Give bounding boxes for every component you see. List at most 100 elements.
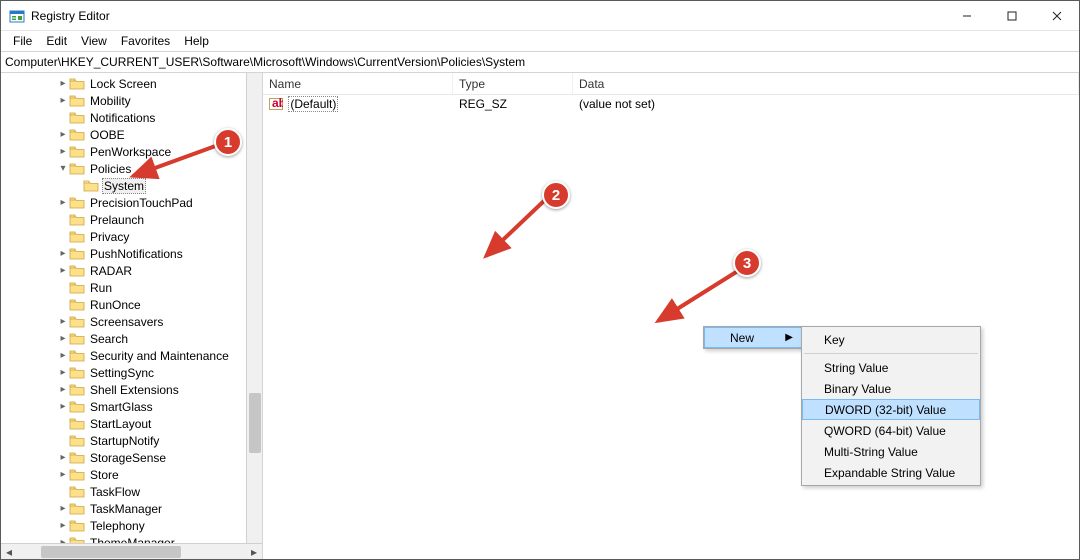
- tree-node-label: TaskFlow: [88, 485, 142, 499]
- scroll-left-button[interactable]: ◂: [1, 544, 17, 560]
- tree-node-label: Telephony: [88, 519, 147, 533]
- tree-node-startupnotify[interactable]: StartupNotify: [1, 432, 262, 449]
- tree-node-label: SmartGlass: [88, 400, 155, 414]
- registry-editor-window: Registry Editor File Edit View Favorites…: [0, 0, 1080, 560]
- context-new-string[interactable]: String Value: [802, 357, 980, 378]
- expand-icon[interactable]: ▸: [57, 520, 69, 531]
- expand-icon[interactable]: ▸: [57, 452, 69, 463]
- expand-icon[interactable]: ▸: [57, 503, 69, 514]
- expand-icon[interactable]: ▸: [57, 333, 69, 344]
- expand-icon[interactable]: ▸: [57, 401, 69, 412]
- tree-node-run[interactable]: Run: [1, 279, 262, 296]
- tree-node-system[interactable]: System: [1, 177, 262, 194]
- window-title: Registry Editor: [31, 9, 944, 23]
- column-data[interactable]: Data: [573, 73, 1079, 94]
- tree-node-search[interactable]: ▸Search: [1, 330, 262, 347]
- expand-icon[interactable]: ▸: [57, 248, 69, 259]
- context-new-binary[interactable]: Binary Value: [802, 378, 980, 399]
- tree-node-taskmanager[interactable]: ▸ TaskManager: [1, 500, 262, 517]
- tree-node-label: RADAR: [88, 264, 134, 278]
- titlebar: Registry Editor: [1, 1, 1079, 31]
- values-pane: Name Type Data ab (Default) REG_SZ (valu…: [263, 73, 1079, 559]
- tree-node-label: Store: [88, 468, 121, 482]
- menu-view[interactable]: View: [75, 33, 113, 49]
- menu-help[interactable]: Help: [178, 33, 215, 49]
- tree-node-label: Mobility: [88, 94, 133, 108]
- tree-node-store[interactable]: ▸ Store: [1, 466, 262, 483]
- expand-icon[interactable]: ▸: [57, 78, 69, 89]
- scroll-right-button[interactable]: ▸: [246, 544, 262, 560]
- tree-node-privacy[interactable]: Privacy: [1, 228, 262, 245]
- tree-node-notifications[interactable]: Notifications: [1, 109, 262, 126]
- string-value-icon: ab: [269, 97, 283, 111]
- tree-node-label: Prelaunch: [88, 213, 146, 227]
- annotation-badge-1: 1: [214, 128, 242, 156]
- tree-node-screensavers[interactable]: ▸ Screensavers: [1, 313, 262, 330]
- tree-node-thememanager[interactable]: ▸ThemeManager: [1, 534, 262, 543]
- expand-icon[interactable]: ▸: [57, 316, 69, 327]
- address-input[interactable]: [5, 55, 1075, 69]
- tree-node-pushnotifications[interactable]: ▸ PushNotifications: [1, 245, 262, 262]
- tree-node-policies[interactable]: ▾Policies: [1, 160, 262, 177]
- tree-node-label: StartLayout: [88, 417, 153, 431]
- tree-vertical-scrollbar[interactable]: [246, 73, 262, 543]
- tree-node-shell-extensions[interactable]: ▸Shell Extensions: [1, 381, 262, 398]
- tree-node-storagesense[interactable]: ▸ StorageSense: [1, 449, 262, 466]
- maximize-button[interactable]: [989, 1, 1034, 30]
- expand-icon[interactable]: ▸: [57, 265, 69, 276]
- expand-icon[interactable]: ▸: [57, 146, 69, 157]
- context-new-dword[interactable]: DWORD (32-bit) Value: [802, 399, 980, 420]
- tree-node-runonce[interactable]: RunOnce: [1, 296, 262, 313]
- tree-node-label: System: [102, 178, 146, 194]
- expand-icon[interactable]: ▸: [57, 367, 69, 378]
- tree-node-startlayout[interactable]: StartLayout: [1, 415, 262, 432]
- context-new-qword[interactable]: QWORD (64-bit) Value: [802, 420, 980, 441]
- expand-icon[interactable]: ▸: [57, 197, 69, 208]
- context-new-expandable[interactable]: Expandable String Value: [802, 462, 980, 483]
- tree-node-settingsync[interactable]: ▸SettingSync: [1, 364, 262, 381]
- minimize-button[interactable]: [944, 1, 989, 30]
- value-row[interactable]: ab (Default) REG_SZ (value not set): [263, 95, 1079, 113]
- tree-node-taskflow[interactable]: TaskFlow: [1, 483, 262, 500]
- close-button[interactable]: [1034, 1, 1079, 30]
- window-controls: [944, 1, 1079, 30]
- tree-node-label: PushNotifications: [88, 247, 185, 261]
- context-menu: New ▶: [703, 326, 803, 349]
- tree-node-label: StorageSense: [88, 451, 168, 465]
- column-name[interactable]: Name: [263, 73, 453, 94]
- tree-node-radar[interactable]: ▸ RADAR: [1, 262, 262, 279]
- tree-node-label: TaskManager: [88, 502, 164, 516]
- menu-favorites[interactable]: Favorites: [115, 33, 176, 49]
- regedit-icon: [9, 8, 25, 24]
- menu-edit[interactable]: Edit: [40, 33, 73, 49]
- scrollbar-thumb[interactable]: [41, 546, 181, 558]
- tree-node-smartglass[interactable]: ▸ SmartGlass: [1, 398, 262, 415]
- tree-node-label: Screensavers: [88, 315, 165, 329]
- context-new[interactable]: New ▶: [704, 327, 802, 348]
- tree-node-label: Security and Maintenance: [88, 349, 231, 363]
- menu-file[interactable]: File: [7, 33, 38, 49]
- tree-horizontal-scrollbar[interactable]: ◂ ▸: [1, 543, 262, 559]
- tree-node-label: Notifications: [88, 111, 157, 125]
- column-type[interactable]: Type: [453, 73, 573, 94]
- expand-icon[interactable]: ▸: [57, 350, 69, 361]
- expand-icon[interactable]: ▾: [57, 163, 69, 174]
- tree-node-label: ThemeManager: [88, 536, 177, 544]
- expand-icon[interactable]: ▸: [57, 469, 69, 480]
- expand-icon[interactable]: ▸: [57, 384, 69, 395]
- tree-node-prelaunch[interactable]: Prelaunch: [1, 211, 262, 228]
- value-name: (Default): [288, 96, 338, 112]
- context-submenu-new: Key String Value Binary Value DWORD (32-…: [801, 326, 981, 486]
- scrollbar-thumb[interactable]: [249, 393, 261, 453]
- tree-node-mobility[interactable]: ▸ Mobility: [1, 92, 262, 109]
- tree-node-lock-screen[interactable]: ▸Lock Screen: [1, 75, 262, 92]
- tree-node-label: PenWorkspace: [88, 145, 173, 159]
- tree-node-label: OOBE: [88, 128, 127, 142]
- tree-node-telephony[interactable]: ▸ Telephony: [1, 517, 262, 534]
- tree-node-precisiontouchpad[interactable]: ▸PrecisionTouchPad: [1, 194, 262, 211]
- expand-icon[interactable]: ▸: [57, 129, 69, 140]
- expand-icon[interactable]: ▸: [57, 95, 69, 106]
- context-new-multistring[interactable]: Multi-String Value: [802, 441, 980, 462]
- context-new-key[interactable]: Key: [802, 329, 980, 350]
- tree-node-security-and-maintenance[interactable]: ▸ Security and Maintenance: [1, 347, 262, 364]
